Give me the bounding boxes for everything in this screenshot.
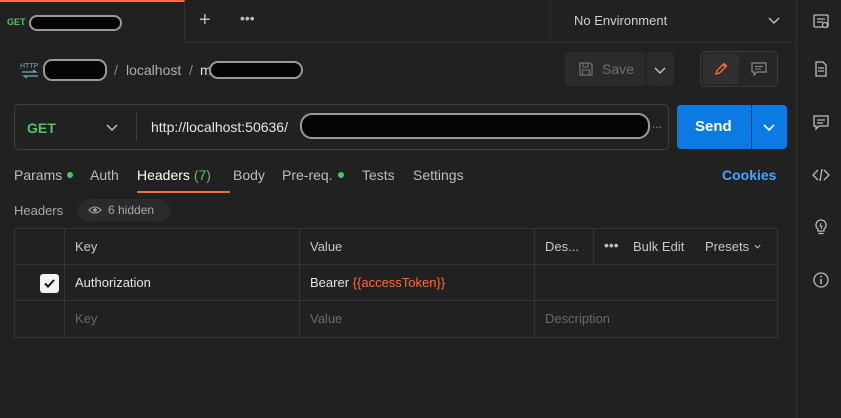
- active-tab-underline: [137, 191, 230, 193]
- redacted-request-name: [209, 61, 303, 79]
- http-request-icon: HTTP: [20, 63, 39, 79]
- save-options-button[interactable]: [646, 52, 674, 86]
- view-mode-toggle: [700, 51, 778, 87]
- url-overflow-ellipsis: ...: [652, 117, 663, 131]
- chevron-down-icon: [654, 67, 666, 75]
- chevron-down-icon: [768, 17, 780, 25]
- new-value-input[interactable]: Value: [310, 311, 342, 326]
- documentation-mode-button[interactable]: [741, 54, 777, 84]
- request-tab-bar: GET + ••• No Environment: [0, 0, 796, 43]
- chevron-down-icon: [754, 244, 761, 249]
- table-divider: [64, 229, 65, 337]
- variable-token: {{accessToken}}: [352, 275, 446, 290]
- info-icon[interactable]: [812, 271, 830, 289]
- tab-count-badge: (7): [193, 167, 211, 183]
- method-select[interactable]: GET: [27, 120, 56, 136]
- svg-text:HTTP: HTTP: [20, 63, 39, 70]
- bulk-edit-button[interactable]: Bulk Edit: [633, 239, 684, 254]
- save-label: Save: [602, 61, 634, 77]
- comments-icon[interactable]: [812, 113, 830, 131]
- table-divider: [299, 229, 300, 337]
- redacted-collection-name: [43, 59, 107, 81]
- redacted-url-path: [300, 113, 650, 139]
- save-icon: [579, 62, 593, 76]
- presets-label: Presets: [705, 239, 750, 254]
- lightbulb-icon[interactable]: [812, 218, 830, 236]
- url-input[interactable]: http://localhost:50636/: [151, 119, 288, 135]
- tab-auth[interactable]: Auth: [90, 167, 119, 183]
- hidden-count-label: 6 hidden: [108, 203, 155, 217]
- environment-selector[interactable]: No Environment: [550, 0, 796, 43]
- tab-body[interactable]: Body: [233, 167, 265, 183]
- tab-label: Headers: [137, 167, 190, 183]
- send-options-button[interactable]: [752, 105, 787, 149]
- status-dot: [67, 172, 74, 178]
- value-prefix: Bearer: [310, 275, 350, 290]
- more-options-icon[interactable]: •••: [604, 237, 619, 253]
- url-divider: [136, 113, 137, 141]
- chevron-down-icon[interactable]: [105, 120, 119, 134]
- column-header-key: Key: [75, 239, 98, 254]
- tab-pre-request[interactable]: Pre-req.: [282, 167, 344, 183]
- tab-settings[interactable]: Settings: [413, 167, 464, 183]
- breadcrumb-separator: /: [114, 62, 118, 78]
- documentation-icon[interactable]: [812, 60, 830, 78]
- pencil-icon: [715, 62, 728, 75]
- tab-label: Auth: [90, 167, 119, 183]
- url-bar: GET http://localhost:50636/ ...: [14, 104, 669, 150]
- hidden-headers-toggle[interactable]: 6 hidden: [78, 199, 170, 221]
- tab-method-badge: GET: [7, 17, 26, 27]
- table-divider: [593, 229, 594, 264]
- tab-tests[interactable]: Tests: [362, 167, 395, 183]
- table-divider: [534, 229, 535, 337]
- column-header-description: Des...: [545, 239, 579, 254]
- headers-table: Key Value Des... ••• Bulk Edit Presets A…: [14, 228, 778, 338]
- new-tab-plus-icon[interactable]: +: [199, 9, 211, 32]
- send-label: Send: [695, 118, 732, 135]
- save-button[interactable]: Save: [565, 52, 645, 86]
- comment-doc-icon: [751, 62, 767, 77]
- column-header-value: Value: [310, 239, 343, 254]
- status-dot: [337, 172, 344, 178]
- more-tabs-icon[interactable]: •••: [240, 10, 255, 26]
- request-tab-active[interactable]: GET: [0, 0, 185, 43]
- presets-dropdown[interactable]: Presets: [705, 239, 762, 254]
- chevron-down-icon: [763, 124, 775, 132]
- tab-label: Tests: [362, 167, 395, 183]
- new-description-input[interactable]: Description: [545, 311, 610, 326]
- breadcrumb-workspace[interactable]: localhost: [126, 62, 181, 78]
- table-divider: [15, 300, 777, 301]
- code-icon[interactable]: [812, 166, 830, 184]
- edit-mode-button[interactable]: [703, 54, 739, 84]
- tab-label: Settings: [413, 167, 464, 183]
- header-enabled-checkbox[interactable]: [40, 274, 59, 293]
- tab-headers[interactable]: Headers (7): [137, 167, 211, 183]
- header-value-cell[interactable]: Bearer {{accessToken}}: [310, 275, 445, 290]
- redacted-tab-name: [29, 15, 122, 31]
- cookies-link[interactable]: Cookies: [722, 167, 776, 183]
- header-key-cell[interactable]: Authorization: [75, 275, 151, 290]
- send-button[interactable]: Send: [677, 105, 751, 149]
- tab-label: Pre-req.: [282, 167, 333, 183]
- tab-label: Body: [233, 167, 265, 183]
- new-key-input[interactable]: Key: [75, 311, 97, 326]
- tab-label: Params: [14, 167, 63, 183]
- environment-quick-look-icon[interactable]: [812, 12, 830, 30]
- environment-label: No Environment: [574, 13, 668, 28]
- checkmark-icon: [44, 279, 55, 288]
- table-divider: [15, 264, 777, 265]
- eye-icon: [88, 206, 102, 214]
- right-sidebar: [796, 0, 841, 418]
- breadcrumb-separator: /: [189, 62, 193, 78]
- headers-section-title: Headers: [14, 203, 64, 218]
- tab-params[interactable]: Params: [14, 167, 74, 183]
